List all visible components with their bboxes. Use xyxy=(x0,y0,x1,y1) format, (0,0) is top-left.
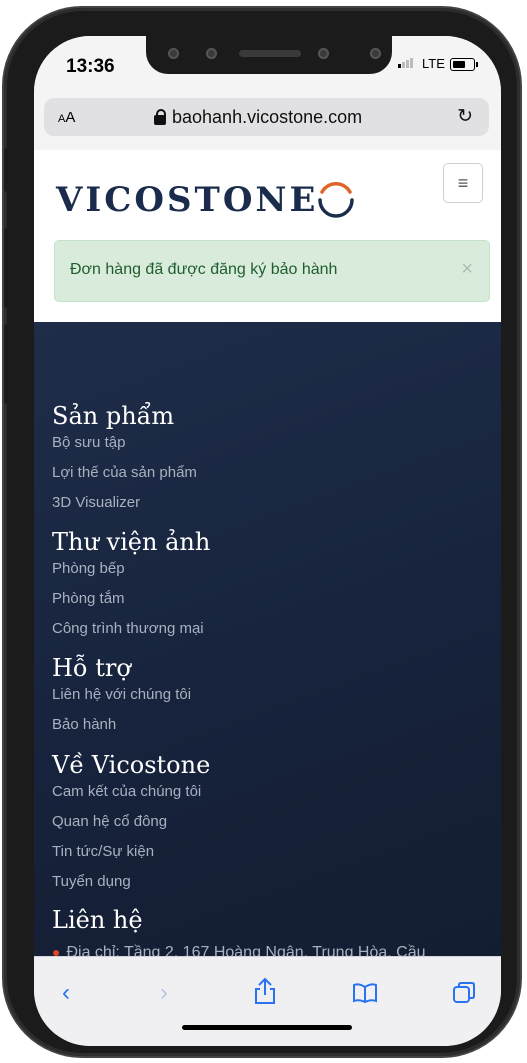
nav-section-contact: Liên hệ xyxy=(52,906,143,934)
nav-link[interactable]: Lợi thế của sản phẩm xyxy=(52,464,197,481)
text-size-button[interactable]: AA xyxy=(58,109,75,126)
book-icon[interactable] xyxy=(352,983,378,1003)
section-title: Liên hệ xyxy=(52,906,143,934)
sensor-icon xyxy=(318,48,329,59)
nav-link[interactable]: Bảo hành xyxy=(52,716,191,733)
footer-nav: Sản phẩm Bộ sưu tập Lợi thế của sản phẩm… xyxy=(34,322,501,962)
phone-frame: 13:36 LTE AA baohanh.vicostone.com ↻ VIC… xyxy=(4,8,520,1056)
nav-section-support: Hỗ trợ Liên hệ với chúng tôi Bảo hành xyxy=(52,654,191,733)
status-bar: 13:36 LTE xyxy=(34,36,501,90)
camera-icon xyxy=(206,48,217,59)
home-indicator[interactable] xyxy=(182,1025,352,1030)
nav-link[interactable]: Liên hệ với chúng tôi xyxy=(52,686,191,703)
nav-link[interactable]: Tin tức/Sự kiện xyxy=(52,843,210,860)
chevron-left-icon[interactable]: ‹ xyxy=(62,979,70,1007)
notch xyxy=(146,36,392,74)
url-display[interactable]: baohanh.vicostone.com xyxy=(154,107,362,128)
nav-section-products: Sản phẩm Bộ sưu tập Lợi thế của sản phẩm… xyxy=(52,402,197,511)
speaker-grille xyxy=(239,50,301,57)
section-title: Hỗ trợ xyxy=(52,654,131,682)
nav-link[interactable]: Phòng tắm xyxy=(52,590,210,607)
mute-switch xyxy=(4,148,10,192)
network-label: LTE xyxy=(422,56,445,71)
nav-section-about: Về Vicostone Cam kết của chúng tôi Quan … xyxy=(52,751,210,890)
share-icon[interactable] xyxy=(254,977,276,1005)
nav-link[interactable]: Bộ sưu tập xyxy=(52,434,197,451)
tabs-icon[interactable] xyxy=(452,981,476,1005)
volume-up-button xyxy=(4,228,10,308)
nav-link[interactable]: Phòng bếp xyxy=(52,560,210,577)
url-text: baohanh.vicostone.com xyxy=(172,107,363,127)
hamburger-menu-button[interactable]: ≡ xyxy=(443,163,483,203)
lock-icon xyxy=(154,108,166,125)
site-logo[interactable]: VICOSTONE xyxy=(56,180,318,220)
address-bar[interactable]: AA baohanh.vicostone.com ↻ xyxy=(44,98,489,136)
nav-link[interactable]: Công trình thương mại xyxy=(52,620,210,637)
status-time: 13:36 xyxy=(66,56,115,77)
browser-toolbar: ‹ › xyxy=(34,956,501,1046)
reload-icon[interactable]: ↻ xyxy=(457,105,473,128)
nav-section-gallery: Thư viện ảnh Phòng bếp Phòng tắm Công tr… xyxy=(52,528,210,637)
sensor-icon xyxy=(370,48,381,59)
section-title: Về Vicostone xyxy=(52,751,211,779)
battery-icon xyxy=(450,58,478,71)
nav-link[interactable]: Tuyển dụng xyxy=(52,873,210,890)
section-title: Sản phẩm xyxy=(52,402,175,430)
nav-link[interactable]: Cam kết của chúng tôi xyxy=(52,783,210,800)
success-alert: Đơn hàng đã được đăng ký bảo hành × xyxy=(54,240,490,302)
nav-link[interactable]: Quan hệ cổ đông xyxy=(52,813,210,830)
sensor-icon xyxy=(168,48,179,59)
section-title: Thư viện ảnh xyxy=(52,528,211,556)
logo-mark-icon xyxy=(318,182,354,218)
close-icon[interactable]: × xyxy=(461,258,473,281)
volume-down-button xyxy=(4,324,10,404)
chevron-right-icon[interactable]: › xyxy=(160,979,168,1007)
alert-message: Đơn hàng đã được đăng ký bảo hành xyxy=(70,261,338,278)
site-header: VICOSTONE ≡ Đơn hàng đã được đăng ký bảo… xyxy=(34,150,501,322)
screen: 13:36 LTE AA baohanh.vicostone.com ↻ VIC… xyxy=(34,36,501,1046)
signal-icon xyxy=(398,58,413,68)
nav-link[interactable]: 3D Visualizer xyxy=(52,494,197,511)
